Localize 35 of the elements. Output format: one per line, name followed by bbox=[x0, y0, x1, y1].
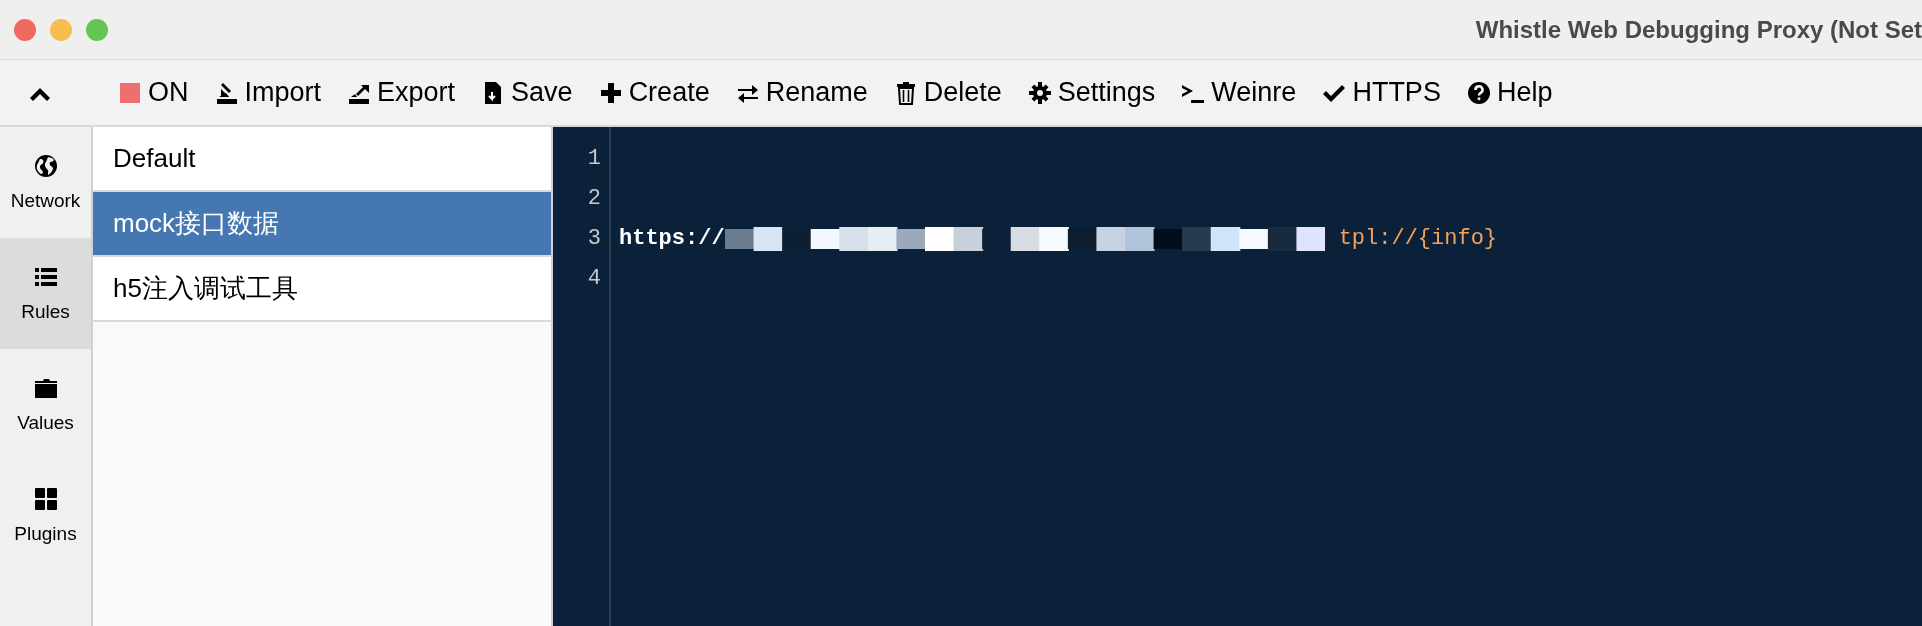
square-icon bbox=[118, 80, 142, 105]
toolbar-button[interactable]: Export bbox=[347, 77, 456, 108]
import-icon bbox=[214, 80, 239, 105]
toolbar-button[interactable]: Create bbox=[598, 77, 710, 108]
toolbar-button[interactable]: Import bbox=[214, 77, 322, 108]
sidebar-tab[interactable]: Rules bbox=[0, 238, 91, 349]
line-number: 1 bbox=[586, 145, 602, 173]
line-number: 2 bbox=[586, 185, 602, 213]
sidebar-tab[interactable]: Values bbox=[0, 349, 91, 460]
window-control-button[interactable] bbox=[50, 18, 72, 41]
sidebar-tab[interactable]: Plugins bbox=[0, 460, 91, 571]
plus-icon bbox=[598, 80, 623, 105]
toolbar-button[interactable]: Weinre bbox=[1181, 77, 1297, 108]
toolbar-button[interactable]: Rename bbox=[735, 77, 868, 108]
rule-list-item[interactable]: mock接口数据 bbox=[93, 192, 551, 257]
globe-icon bbox=[33, 153, 58, 178]
window-control-button[interactable] bbox=[86, 18, 108, 41]
sidebar-tab[interactable]: Network bbox=[0, 127, 91, 238]
window-control-button[interactable] bbox=[14, 18, 36, 41]
line-number: 4 bbox=[586, 265, 602, 293]
toolbar-button[interactable]: HTTPS bbox=[1322, 77, 1441, 108]
toolbar-button[interactable]: Settings bbox=[1027, 77, 1156, 108]
settings-icon bbox=[1027, 80, 1052, 105]
toolbar-button[interactable]: Help bbox=[1466, 77, 1553, 108]
toolbar-button[interactable]: ON bbox=[118, 77, 189, 108]
window-title: Whistle Web Debugging Proxy (Not Set bbox=[1475, 15, 1922, 44]
toolbar-button[interactable]: Delete bbox=[893, 77, 1002, 108]
rule-list-item[interactable]: Default bbox=[93, 127, 551, 192]
rule-list-item[interactable]: h5注入调试工具 bbox=[93, 257, 551, 322]
code-value: tpl://{info} bbox=[1338, 225, 1498, 253]
code-text: https:// bbox=[619, 225, 725, 253]
help-icon bbox=[1466, 80, 1491, 105]
grid-icon bbox=[33, 486, 58, 511]
toolbar-button[interactable]: Save bbox=[481, 77, 573, 108]
line-number: 3 bbox=[586, 225, 602, 253]
